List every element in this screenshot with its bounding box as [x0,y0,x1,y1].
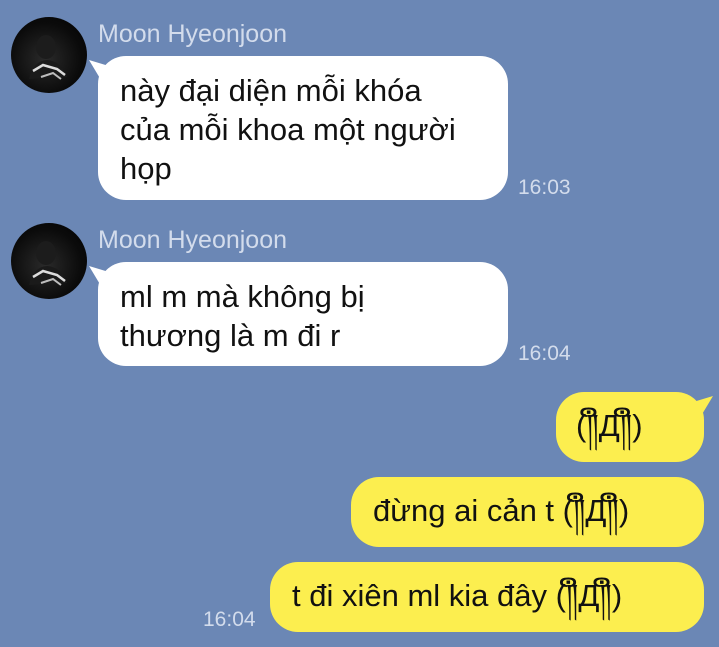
outgoing-message-bubble[interactable]: (༎ຶД༎ຶ) [556,392,704,462]
person-avatar-icon [29,35,67,80]
sender-name: Moon Hyeonjoon [98,20,288,48]
chat-view: Moon Hyeonjoon này đại diện mỗi khóa của… [0,0,719,647]
person-avatar-icon [29,241,67,286]
sender-avatar[interactable] [11,223,87,299]
outgoing-message-bubble[interactable]: t đi xiên ml kia đây (༎ຶД༎ຶ) [270,562,704,632]
incoming-message-bubble[interactable]: này đại diện mỗi khóa của mỗi khoa một n… [98,56,508,200]
sender-avatar[interactable] [11,17,87,93]
message-timestamp: 16:03 [518,176,571,199]
message-timestamp: 16:04 [203,608,256,631]
sender-name: Moon Hyeonjoon [98,226,288,254]
incoming-message-bubble[interactable]: ml m mà không bị thương là m đi r [98,262,508,366]
message-timestamp: 16:04 [518,342,571,365]
outgoing-message-bubble[interactable]: đừng ai cản t (༎ຶД༎ຶ) [351,477,704,547]
